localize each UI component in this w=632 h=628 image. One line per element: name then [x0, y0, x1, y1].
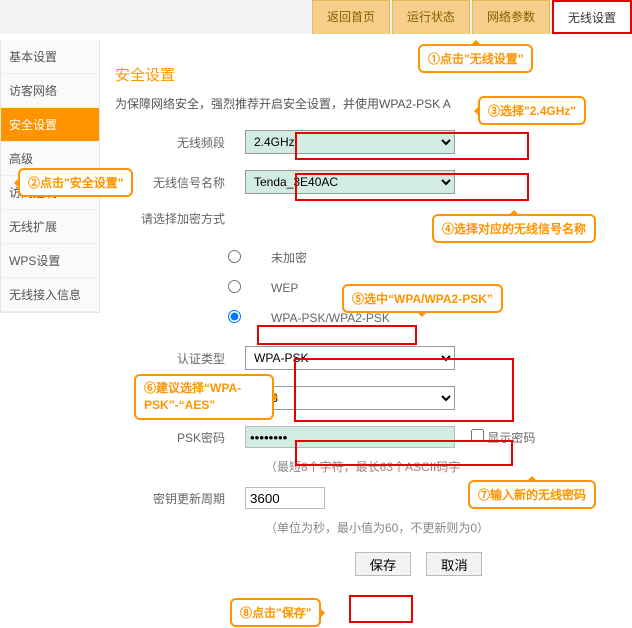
label-ssid: 无线信号名称	[115, 174, 245, 191]
label-band: 无线频段	[115, 134, 245, 151]
radio-wpa[interactable]	[228, 310, 241, 323]
hint-pwd: （最短8个字符，最长63个ASCII码字	[265, 458, 626, 475]
callout-7: ⑦输入新的无线密码	[468, 480, 596, 509]
input-psk[interactable]	[245, 426, 455, 448]
callout-2: ②点击"安全设置"	[18, 168, 133, 197]
select-band[interactable]: 2.4GHz	[245, 130, 455, 154]
label-rekey: 密钥更新周期	[115, 490, 245, 507]
sidebar-item-guest[interactable]: 访客网络	[1, 74, 99, 108]
select-ssid[interactable]: Tenda_3E40AC	[245, 170, 455, 194]
sidebar-item-extend[interactable]: 无线扩展	[1, 210, 99, 244]
callout-6: ⑥建议选择“WPA-PSK”-“AES”	[134, 374, 274, 420]
page-title: 安全设置	[115, 64, 626, 85]
callout-8: ⑧点击"保存"	[230, 598, 321, 627]
top-tabs: 返回首页 运行状态 网络参数 无线设置	[0, 0, 632, 34]
checkbox-show-pwd[interactable]	[471, 429, 484, 442]
callout-1: ①点击"无线设置"	[418, 44, 533, 73]
tab-status[interactable]: 运行状态	[392, 0, 470, 34]
tab-wireless[interactable]: 无线设置	[552, 0, 632, 34]
select-auth[interactable]: WPA-PSK	[245, 346, 455, 370]
label-auth: 认证类型	[115, 350, 245, 367]
tab-network[interactable]: 网络参数	[472, 0, 550, 34]
radio-wep[interactable]	[228, 280, 241, 293]
radio-wep-label: WEP	[271, 281, 298, 295]
cancel-button[interactable]: 取消	[426, 552, 482, 576]
sidebar-item-clients[interactable]: 无线接入信息	[1, 278, 99, 312]
hint-rekey: （单位为秒，最小值为60，不更新则为0）	[265, 519, 626, 536]
callout-5: ⑤选中“WPA/WPA2-PSK”	[342, 284, 503, 313]
tab-home[interactable]: 返回首页	[312, 0, 390, 34]
sidebar-item-basic[interactable]: 基本设置	[1, 40, 99, 74]
input-rekey[interactable]	[245, 487, 325, 509]
label-enc-mode: 请选择加密方式	[115, 210, 245, 227]
highlight-save	[349, 595, 413, 623]
radio-wpa-label: WPA-PSK/WPA2-PSK	[271, 311, 390, 325]
label-psk: PSK密码	[115, 429, 245, 446]
radio-none-label: 未加密	[271, 249, 307, 266]
show-pwd-wrap: 显示密码	[471, 429, 535, 446]
sidebar-item-security[interactable]: 安全设置	[1, 108, 99, 142]
label-show-pwd: 显示密码	[487, 431, 535, 445]
save-button[interactable]: 保存	[355, 552, 411, 576]
callout-3: ③选择"2.4GHz"	[478, 96, 586, 125]
sidebar-item-wps[interactable]: WPS设置	[1, 244, 99, 278]
radio-none[interactable]	[228, 250, 241, 263]
callout-4: ④选择对应的无线信号名称	[432, 214, 596, 243]
